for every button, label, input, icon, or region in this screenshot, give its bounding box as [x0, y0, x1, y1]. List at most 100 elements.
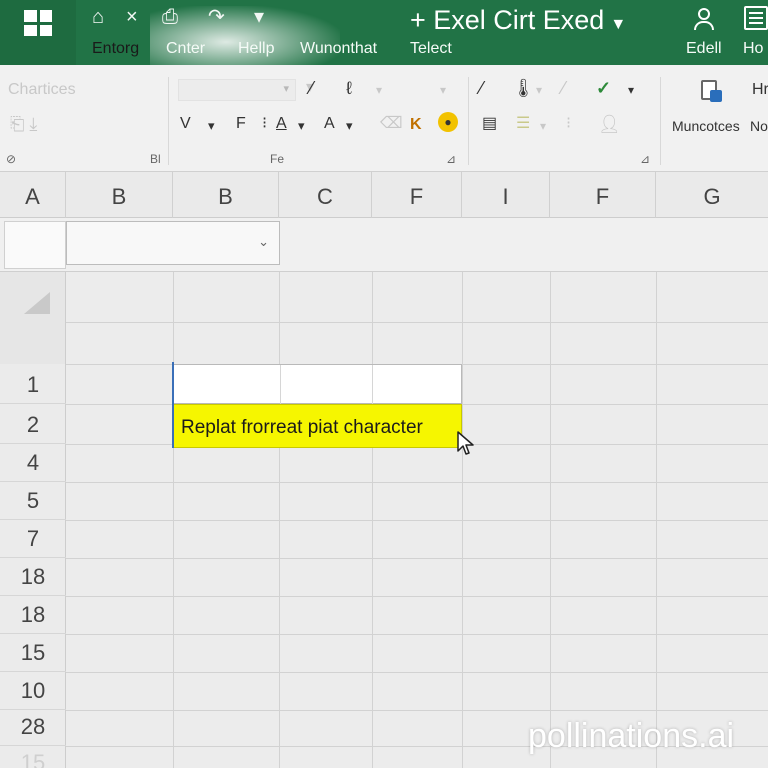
- ribbon-separator: [468, 77, 469, 165]
- cell-divider: [372, 365, 373, 405]
- row-header[interactable]: 5: [0, 482, 66, 520]
- chevron-down-icon[interactable]: ▾: [540, 116, 546, 136]
- home-icon[interactable]: ⌂: [92, 4, 104, 30]
- row-header[interactable]: 28: [0, 708, 66, 746]
- eraser-icon[interactable]: ⌫: [380, 114, 403, 134]
- tab-edell[interactable]: Edell: [686, 39, 722, 59]
- fill-color-icon[interactable]: ●: [438, 112, 458, 132]
- chevron-down-icon[interactable]: ▾: [208, 116, 215, 136]
- thermometer-icon[interactable]: 🌡︎: [512, 78, 535, 98]
- row-header[interactable]: 18: [0, 558, 66, 596]
- grid-line: [66, 558, 768, 559]
- selection-border: [172, 362, 174, 448]
- column-header[interactable]: B: [173, 172, 279, 218]
- font-name-dropdown[interactable]: ▾: [178, 79, 296, 101]
- column-header[interactable]: F: [550, 172, 656, 218]
- close-icon[interactable]: ×: [126, 4, 138, 30]
- grid-line: [66, 322, 768, 323]
- tab-entorg[interactable]: Entorg: [92, 39, 139, 59]
- watermark: pollinations.ai: [528, 717, 735, 755]
- font-group-launcher-icon[interactable]: ⊿: [446, 152, 456, 166]
- row-header[interactable]: 18: [0, 596, 66, 634]
- title-caret-icon[interactable]: ▼: [610, 16, 626, 33]
- cell-divider: [280, 365, 281, 405]
- check-icon[interactable]: ✓: [596, 78, 611, 98]
- excel-app-icon[interactable]: [0, 0, 76, 65]
- save-icon[interactable]: ⎙: [162, 4, 178, 30]
- mouse-pointer-icon: [457, 431, 474, 455]
- chevron-down-icon[interactable]: ▾: [536, 80, 542, 100]
- more-icon[interactable]: ⁝: [262, 114, 267, 134]
- side-label-hr[interactable]: Hr: [752, 80, 768, 100]
- grid-line: [66, 520, 768, 521]
- pen-icon[interactable]: ⁄: [310, 78, 313, 98]
- tab-cnter[interactable]: Cnter: [166, 39, 205, 59]
- highlighted-cell[interactable]: Replat frorreat piat character: [173, 404, 462, 448]
- table-icon[interactable]: ▤: [482, 114, 497, 134]
- grid-line: [66, 482, 768, 483]
- select-all-triangle-icon: [24, 292, 50, 314]
- launcher-icon-left[interactable]: ⊘: [6, 152, 16, 166]
- clipboard-icon[interactable]: [698, 78, 724, 104]
- chevron-down-icon[interactable]: ▾: [440, 80, 446, 100]
- group-label-left: Bl: [150, 152, 161, 166]
- select-all-cell[interactable]: [4, 221, 66, 269]
- ribbon-separator: [168, 77, 169, 165]
- sheet-corner[interactable]: [0, 272, 66, 364]
- tab-hellp[interactable]: Hellp: [238, 39, 274, 59]
- launcher-icon-right[interactable]: ⊿: [640, 152, 650, 166]
- column-header[interactable]: G: [656, 172, 768, 218]
- document-icon[interactable]: [744, 6, 768, 30]
- column-header[interactable]: C: [279, 172, 372, 218]
- row-header[interactable]: 2: [0, 406, 66, 444]
- more-icon[interactable]: ⁝: [566, 114, 571, 134]
- chevron-down-icon: ▾: [283, 83, 289, 95]
- row-header[interactable]: 15: [0, 744, 66, 768]
- brush-icon[interactable]: ℓ: [346, 78, 352, 98]
- tab-telect[interactable]: Telect: [410, 39, 452, 59]
- window-title-text: + Exel Cirt Exed: [410, 5, 605, 35]
- person-icon[interactable]: 👤︎: [598, 114, 621, 134]
- side-label-no[interactable]: No: [750, 116, 768, 136]
- highlight-k-icon[interactable]: K: [410, 116, 432, 136]
- window-title: + Exel Cirt Exed ▼: [410, 4, 626, 41]
- column-header[interactable]: A: [0, 172, 66, 218]
- grid-line: [66, 596, 768, 597]
- paste-icon[interactable]: ⎗ ⤓: [10, 114, 37, 134]
- chevron-down-icon[interactable]: ⌄: [258, 234, 269, 250]
- font-style-v[interactable]: V: [180, 114, 191, 134]
- chevron-down-icon[interactable]: ▾: [346, 116, 353, 136]
- row-header[interactable]: 1: [0, 366, 66, 404]
- grid-line: [66, 672, 768, 673]
- grid-line: [66, 710, 768, 711]
- tab-wunonthat[interactable]: Wunonthat: [300, 39, 377, 59]
- column-header[interactable]: I: [462, 172, 550, 218]
- side-label-muncotces[interactable]: Muncotces: [672, 116, 740, 136]
- clipboard-label: Chartices: [8, 81, 76, 98]
- chevron-down-icon[interactable]: ▾: [298, 116, 305, 136]
- text-size-icon[interactable]: A: [324, 114, 335, 134]
- font-style-f[interactable]: F: [236, 114, 246, 134]
- font-group-label: Fe: [270, 152, 285, 166]
- selected-cell-range[interactable]: [173, 364, 462, 405]
- column-header[interactable]: F: [372, 172, 462, 218]
- row-header[interactable]: 15: [0, 634, 66, 672]
- dropdown-icon[interactable]: ▾: [254, 4, 264, 30]
- highlighted-cell-text: Replat frorreat piat character: [181, 417, 423, 438]
- user-icon[interactable]: [692, 6, 716, 32]
- list-icon[interactable]: ☰: [516, 114, 530, 134]
- grid-line: [66, 634, 768, 635]
- ribbon-separator: [660, 77, 661, 165]
- chevron-down-icon[interactable]: ▾: [376, 80, 382, 100]
- redo-icon[interactable]: ↷: [208, 4, 225, 30]
- draw-icon[interactable]: ⁄: [480, 78, 483, 98]
- row-header[interactable]: 7: [0, 520, 66, 558]
- column-header[interactable]: B: [66, 172, 173, 218]
- tab-ho[interactable]: Ho: [743, 39, 763, 59]
- chevron-down-icon[interactable]: ▾: [628, 80, 634, 100]
- font-color-icon[interactable]: A: [276, 114, 287, 134]
- name-box[interactable]: ⌄: [66, 221, 280, 265]
- row-header[interactable]: 4: [0, 444, 66, 482]
- marker-icon[interactable]: ⁄: [562, 78, 565, 98]
- row-header[interactable]: 10: [0, 672, 66, 710]
